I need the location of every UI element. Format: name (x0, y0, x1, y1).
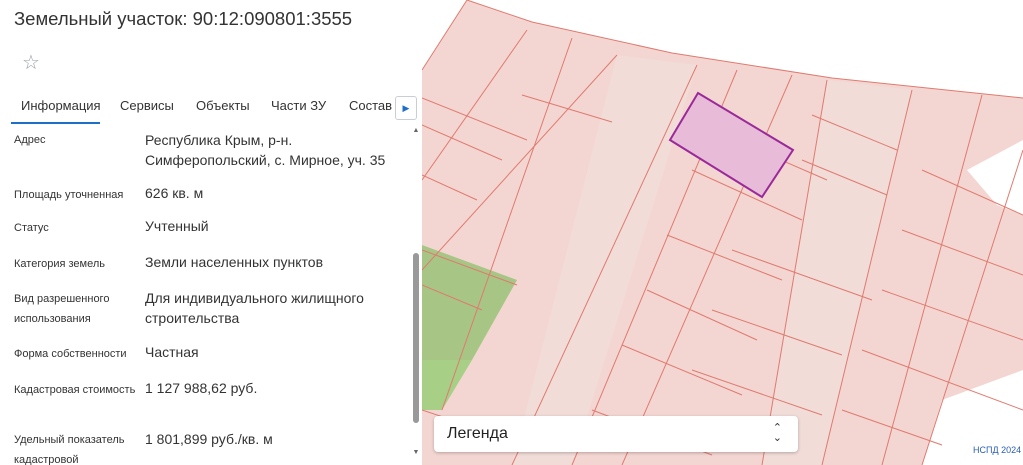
ownership-value: Частная (145, 344, 199, 360)
details-list: Адрес Республика Крым, р-н. Симферопольс… (0, 127, 410, 465)
ownership-label: Форма собственности (14, 348, 127, 360)
permitted-use-value: Для индивидуального жилищного строительс… (145, 290, 364, 326)
scroll-up-icon[interactable]: ▲ (412, 127, 420, 135)
info-panel: Земельный участок: 90:12:090801:3555 ☆ И… (0, 0, 422, 465)
address-value: Республика Крым, р-н. Симферопольский, с… (145, 132, 386, 168)
land-category-label: Категория земель (14, 258, 105, 270)
specific-indicator-value: 1 801,899 руб./кв. м (145, 431, 273, 447)
status-value: Учтенный (145, 218, 209, 234)
map-copyright: НСПД 2024 (973, 445, 1022, 455)
scrollbar-thumb[interactable] (413, 253, 419, 423)
cadastral-value-label: Кадастровая стоимость (14, 384, 136, 396)
cadastral-value-value: 1 127 988,62 руб. (145, 380, 258, 396)
favorite-star-icon[interactable]: ☆ (17, 49, 45, 77)
status-label: Статус (14, 222, 49, 234)
tab-parts[interactable]: Части ЗУ (271, 98, 326, 113)
tab-composition[interactable]: Состав (349, 98, 392, 113)
area-label: Площадь уточненная (14, 189, 124, 201)
address-label: Адрес (14, 134, 46, 146)
cadastral-map[interactable] (422, 0, 1023, 465)
permitted-use-label: Вид разрешенного использования (14, 293, 110, 325)
chevron-right-icon: ▶ (402, 103, 410, 113)
scroll-down-icon[interactable]: ▼ (412, 449, 420, 457)
legend-label: Легенда (447, 425, 508, 442)
area-value: 626 кв. м (145, 185, 204, 201)
specific-indicator-label: Удельный показатель кадастровой (14, 434, 125, 465)
tab-info[interactable]: Информация (21, 98, 101, 113)
legend-dropdown[interactable]: Легенда ⌃ ⌄ (434, 416, 798, 452)
tab-services[interactable]: Сервисы (120, 98, 174, 113)
details-scrollbar[interactable]: ▲ ▼ (412, 127, 420, 465)
land-category-value: Земли населенных пунктов (145, 254, 324, 270)
page-title: Земельный участок: 90:12:090801:3555 (14, 8, 353, 29)
tab-objects[interactable]: Объекты (196, 98, 250, 113)
tabs-next-button[interactable]: ▶ (395, 96, 417, 120)
active-tab-indicator (11, 122, 100, 124)
sort-arrows-icon: ⌃ ⌄ (772, 422, 782, 444)
tab-bar: Информация Сервисы Объекты Части ЗУ Сост… (0, 88, 422, 126)
map-canvas[interactable] (422, 0, 1023, 465)
